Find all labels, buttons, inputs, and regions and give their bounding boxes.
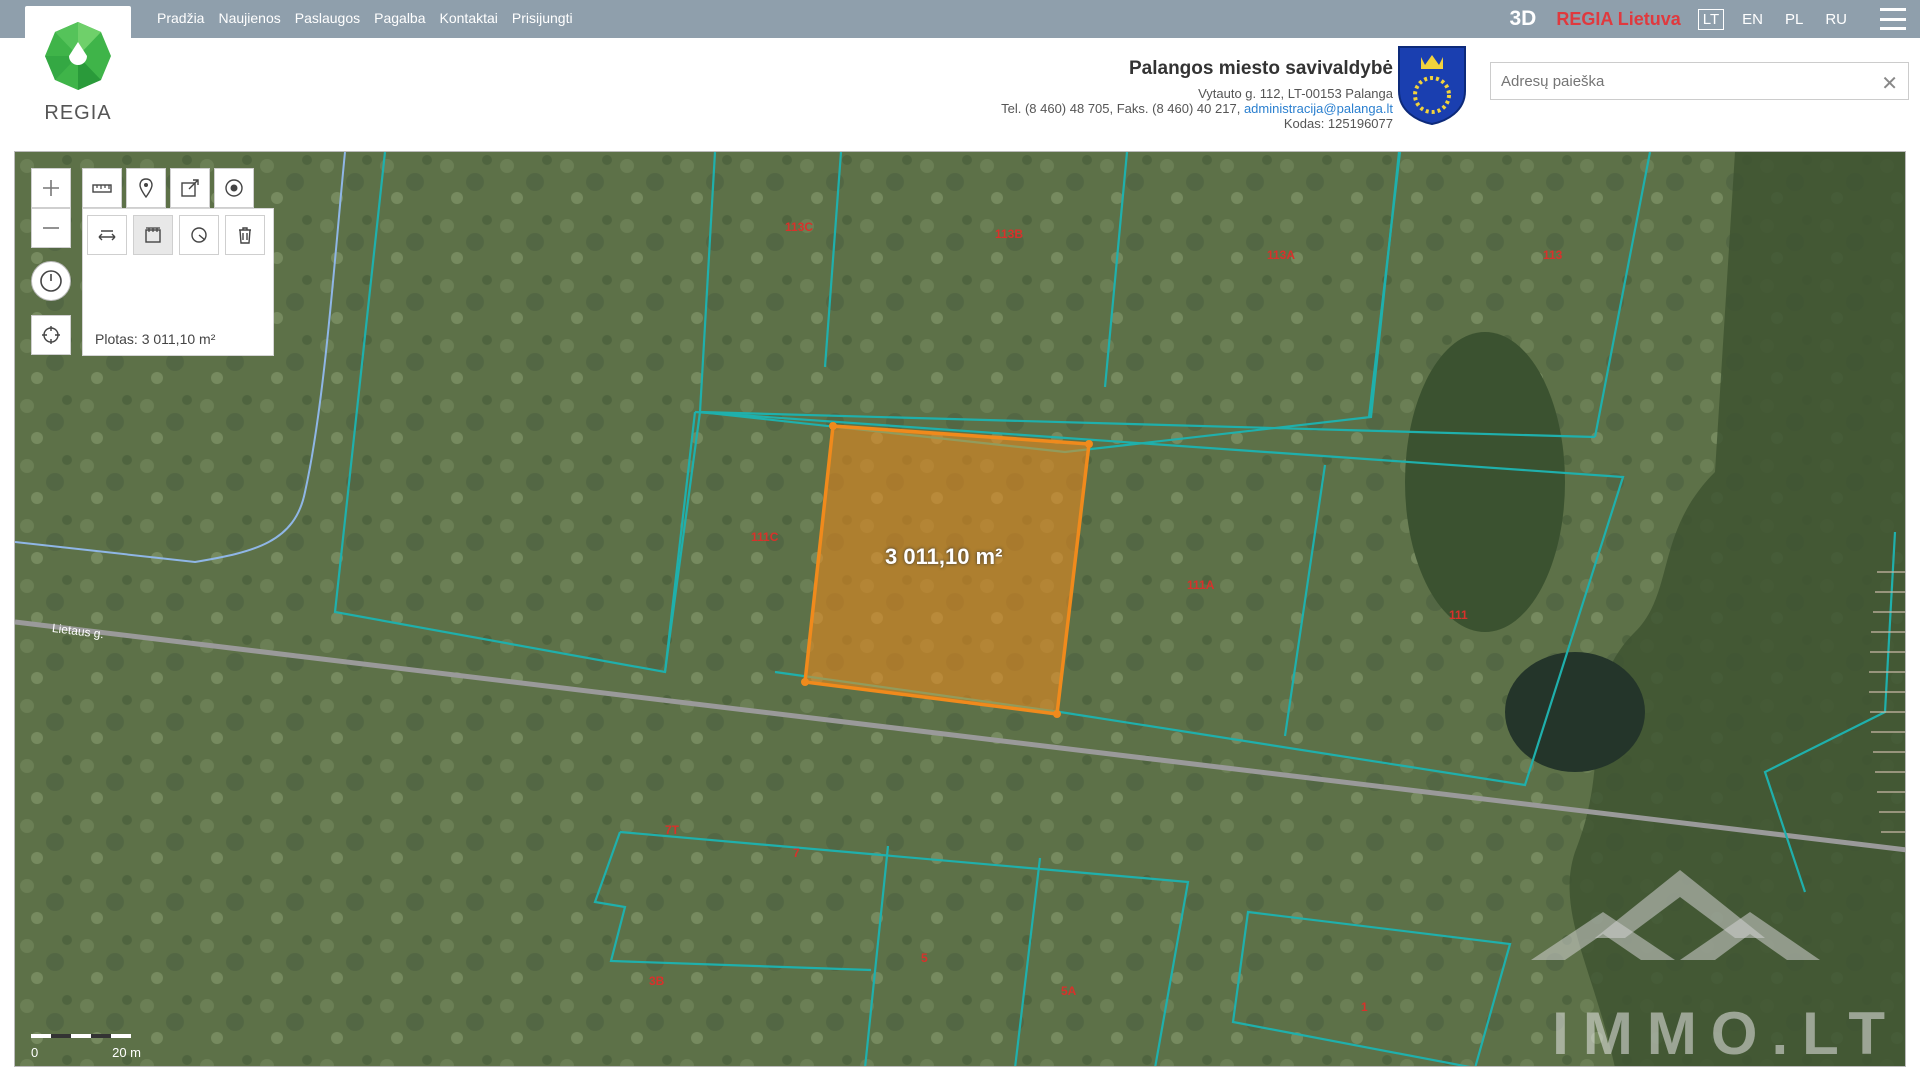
scale-zero: 0 bbox=[31, 1045, 39, 1060]
municipality-title: Palangos miesto savivaldybė bbox=[1128, 58, 1393, 79]
measure-distance-button[interactable] bbox=[87, 215, 127, 255]
top-right-controls: 3D REGIA Lietuva LT EN PL RU bbox=[1510, 0, 1920, 38]
area-readout: Plotas: 3 011,10 m² bbox=[95, 331, 216, 347]
nav-item-help[interactable]: Pagalba bbox=[374, 10, 425, 26]
parcel-label: 113B bbox=[995, 227, 1024, 241]
history-button[interactable] bbox=[31, 261, 71, 301]
parcel-label: 113A bbox=[1267, 248, 1296, 262]
measured-parcel-polygon[interactable] bbox=[801, 422, 1093, 718]
top-bar: Pradžia Naujienos Paslaugos Pagalba Kont… bbox=[0, 0, 1920, 38]
minus-icon bbox=[43, 227, 59, 229]
nav-item-contacts[interactable]: Kontaktai bbox=[440, 10, 498, 26]
measure-radius-button[interactable] bbox=[179, 215, 219, 255]
zoom-in-button[interactable] bbox=[31, 168, 71, 208]
nav-item-services[interactable]: Paslaugos bbox=[295, 10, 360, 26]
crosshair-icon bbox=[42, 326, 60, 344]
clear-search-icon[interactable]: ✕ bbox=[1881, 71, 1898, 96]
parcel-label: 111C bbox=[751, 530, 779, 544]
crosshair-button[interactable] bbox=[31, 315, 71, 355]
measure-tool-button[interactable] bbox=[82, 168, 122, 208]
parcel-label: 7T bbox=[665, 823, 680, 837]
lang-en[interactable]: EN bbox=[1738, 10, 1767, 29]
municipality-email-link[interactable]: administracija@palanga.lt bbox=[1244, 101, 1393, 116]
delete-measure-button[interactable] bbox=[225, 215, 265, 255]
parcel-label: 111A bbox=[1187, 578, 1215, 592]
immo-watermark: IMMO.LT bbox=[1552, 1000, 1899, 1067]
map-canvas[interactable] bbox=[15, 152, 1906, 1067]
parcel-label: 3B bbox=[649, 974, 665, 988]
hamburger-menu-icon[interactable] bbox=[1880, 8, 1906, 30]
trash-icon bbox=[239, 227, 251, 244]
marker-tool-button[interactable] bbox=[126, 168, 166, 208]
pin-icon bbox=[139, 178, 153, 199]
plus-icon bbox=[43, 180, 59, 196]
parcel-label: 113 bbox=[1543, 248, 1563, 262]
coat-of-arms-icon bbox=[1397, 45, 1467, 126]
measure-panel: Plotas: 3 011,10 m² bbox=[82, 208, 274, 356]
logo-text: REGIA bbox=[44, 102, 112, 124]
main-nav: Pradžia Naujienos Paslaugos Pagalba Kont… bbox=[157, 10, 573, 26]
lang-ru[interactable]: RU bbox=[1821, 10, 1851, 29]
municipality-code: Kodas: 125196077 bbox=[1283, 116, 1393, 131]
nav-item-login[interactable]: Prisijungti bbox=[512, 10, 573, 26]
parcel-label: 7 bbox=[793, 846, 800, 860]
parcel-area-label: 3 011,10 m² bbox=[885, 544, 1003, 569]
share-icon bbox=[181, 179, 199, 197]
distance-icon bbox=[98, 230, 116, 241]
3d-button[interactable]: 3D bbox=[1510, 7, 1537, 31]
target-icon bbox=[225, 179, 243, 197]
parcel-label: 113C bbox=[785, 220, 814, 234]
location-button[interactable] bbox=[214, 168, 254, 208]
parcel-label: 5A bbox=[1061, 984, 1077, 998]
municipality-info: Palangos miesto savivaldybė Vytauto g. 1… bbox=[1001, 58, 1393, 131]
municipality-contacts: Tel. (8 460) 48 705, Faks. (8 460) 40 21… bbox=[1001, 101, 1393, 116]
municipality-address: Vytauto g. 112, LT-00153 Palanga bbox=[1198, 86, 1393, 101]
radius-icon bbox=[191, 227, 207, 243]
nav-item-home[interactable]: Pradžia bbox=[157, 10, 204, 26]
address-search: ✕ bbox=[1490, 62, 1909, 100]
scale-length: 20 m bbox=[112, 1045, 141, 1060]
ruler-icon bbox=[92, 184, 112, 193]
zoom-out-button[interactable] bbox=[31, 208, 71, 248]
scale-bar: 0 20 m bbox=[31, 1030, 141, 1060]
lang-lt[interactable]: LT bbox=[1697, 8, 1725, 30]
address-search-input[interactable] bbox=[1491, 63, 1861, 99]
measure-area-button[interactable] bbox=[133, 215, 173, 255]
regia-lietuva-link[interactable]: REGIA Lietuva bbox=[1556, 9, 1680, 30]
parcel-label: 1 bbox=[1361, 1000, 1368, 1014]
parcel-label: 5 bbox=[921, 951, 928, 965]
map-view[interactable]: 113C 113B 113A 113 111C 111A 111 7T 7 3B… bbox=[14, 151, 1906, 1067]
nav-item-news[interactable]: Naujienos bbox=[218, 10, 280, 26]
share-button[interactable] bbox=[170, 168, 210, 208]
clock-icon bbox=[40, 270, 62, 292]
area-icon bbox=[145, 227, 161, 243]
regia-logo[interactable]: REGIA bbox=[25, 6, 131, 126]
lang-pl[interactable]: PL bbox=[1781, 10, 1807, 29]
scale-bar-graphic bbox=[31, 1034, 131, 1038]
parcel-label: 111 bbox=[1449, 608, 1468, 622]
